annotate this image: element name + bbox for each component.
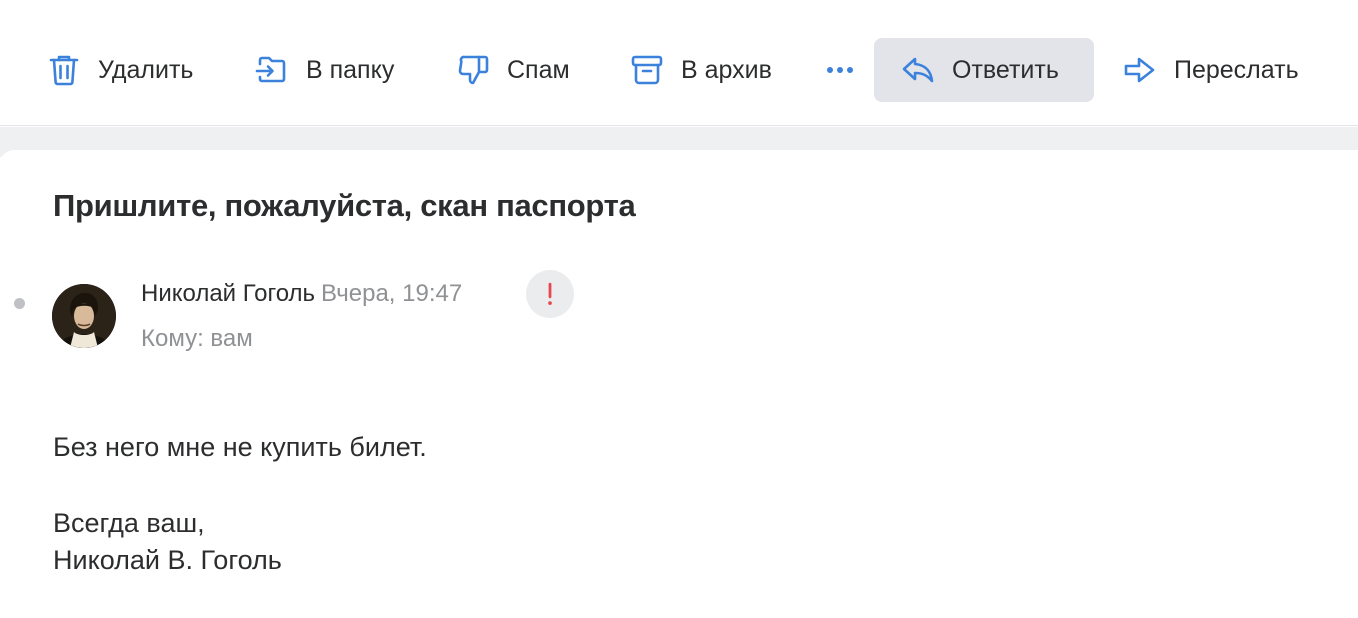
archive-button[interactable]: В архив	[627, 38, 772, 102]
move-to-folder-button[interactable]: В папку	[252, 38, 394, 102]
delete-button[interactable]: Удалить	[44, 38, 193, 102]
reply-label: Ответить	[952, 55, 1059, 84]
forward-label: Переслать	[1174, 55, 1299, 84]
forward-arrow-icon	[1120, 50, 1160, 90]
avatar[interactable]	[52, 284, 116, 348]
folder-move-icon	[252, 50, 292, 90]
forward-button[interactable]: Переслать	[1120, 38, 1299, 102]
archive-box-icon	[627, 50, 667, 90]
reply-arrow-icon	[898, 50, 938, 90]
body-line-2: Всегда ваш,	[53, 508, 205, 538]
message-subject: Пришлите, пожалуйста, скан паспорта	[53, 188, 636, 223]
more-dots-icon[interactable]	[818, 38, 862, 102]
body-line-1: Без него мне не купить билет.	[53, 432, 427, 462]
sender-name[interactable]: Николай Гоголь	[141, 280, 315, 307]
thumbs-down-icon	[453, 50, 493, 90]
read-status-dot[interactable]	[14, 298, 25, 309]
spam-label: Спам	[507, 55, 570, 84]
trash-icon	[44, 50, 84, 90]
message-date: Вчера, 19:47	[321, 280, 463, 307]
sender-line: Николай Гоголь Вчера, 19:47	[141, 280, 462, 308]
spam-button[interactable]: Спам	[453, 38, 570, 102]
recipient-line: Кому: вам	[141, 325, 253, 352]
importance-button[interactable]	[526, 270, 574, 318]
delete-label: Удалить	[98, 55, 194, 84]
exclamation-icon	[548, 282, 552, 305]
body-line-3: Николай В. Гоголь	[53, 545, 282, 575]
reply-button[interactable]: Ответить	[874, 38, 1094, 102]
archive-label: В архив	[681, 55, 772, 84]
move-label: В папку	[306, 55, 395, 84]
message-toolbar: Удалить В папку Спам В архив Ответить Пе…	[0, 0, 1358, 126]
